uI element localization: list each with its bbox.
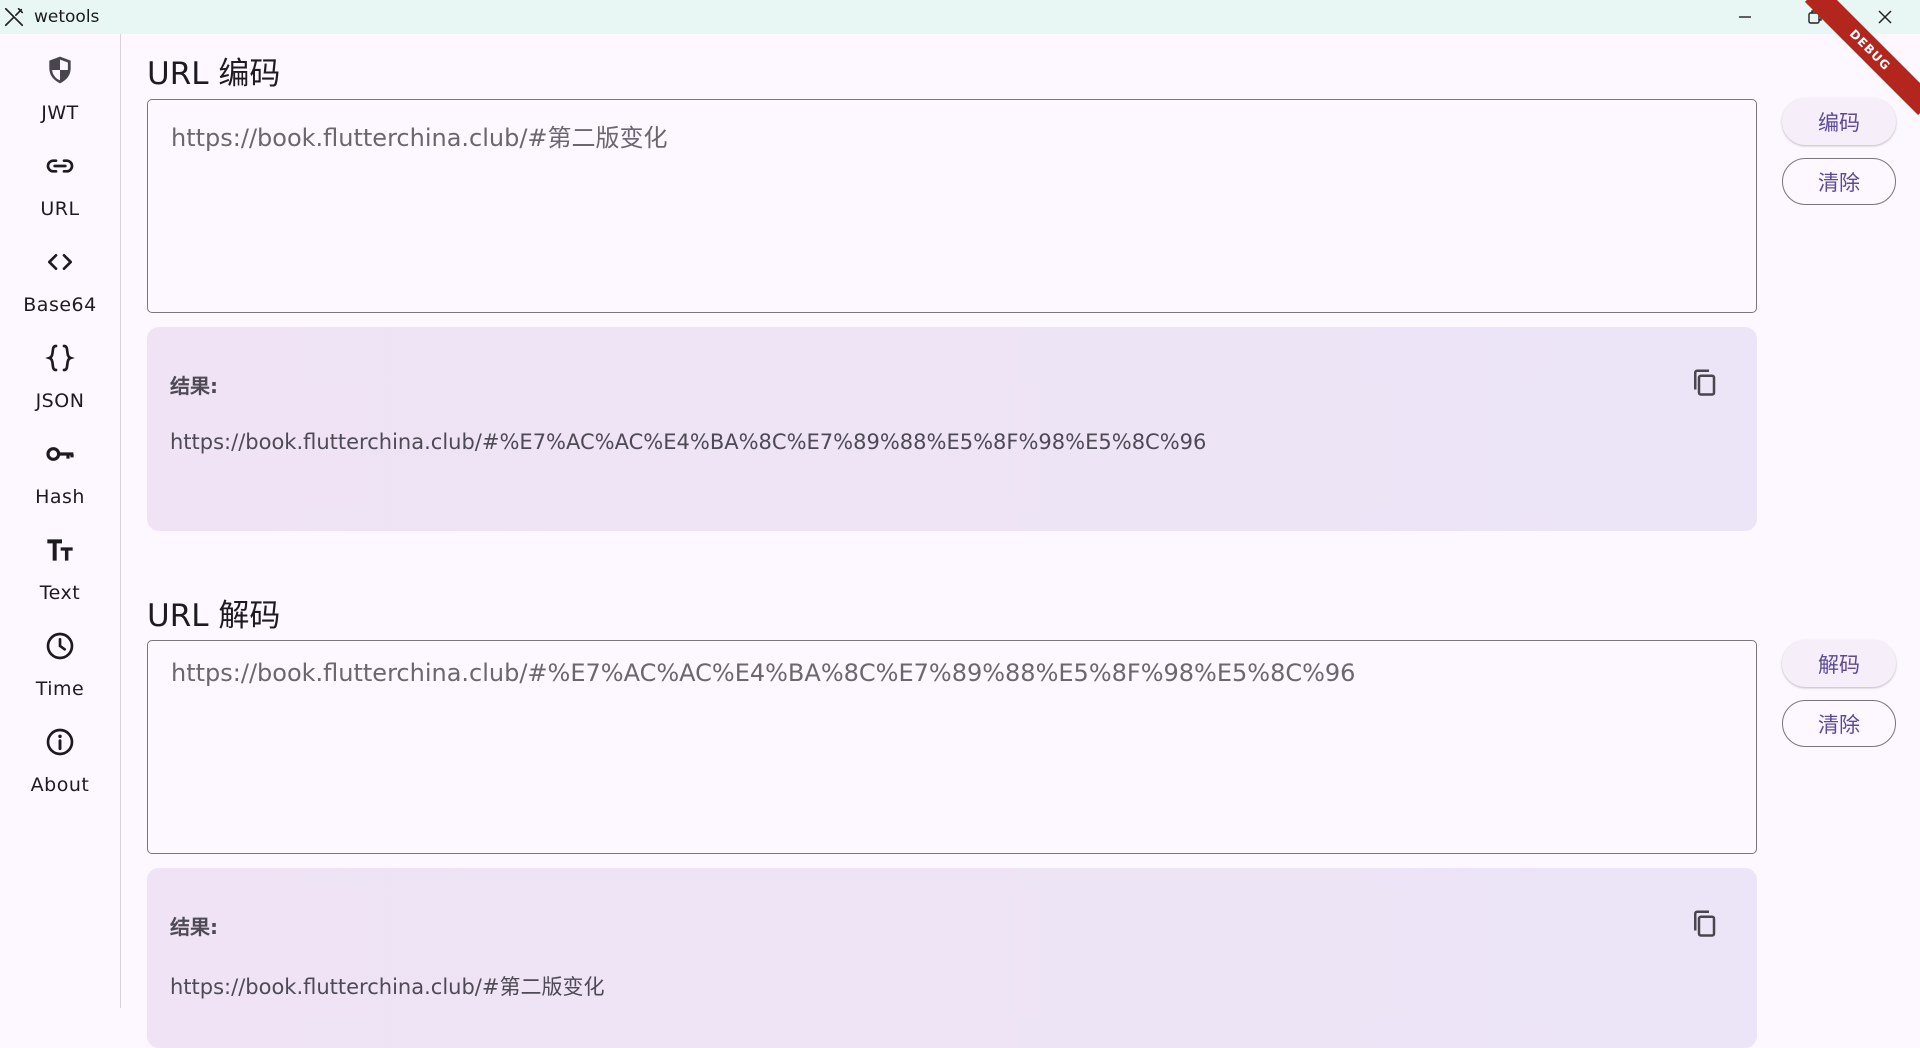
encode-result-label: 结果: <box>170 374 218 398</box>
nav-label: Hash <box>35 486 85 508</box>
nav-pill <box>18 623 102 669</box>
decode-result-card: 结果: https://book.flutterchina.club/#第二版变… <box>147 868 1757 1048</box>
nav-pill <box>18 335 102 381</box>
decode-result-label: 结果: <box>170 915 218 939</box>
nav-label: Base64 <box>23 294 97 316</box>
nav-item-text[interactable]: Text <box>0 527 120 615</box>
nav-item-about[interactable]: About <box>0 719 120 807</box>
decode-button[interactable]: 解码 <box>1782 640 1896 687</box>
text-fields-icon <box>47 539 73 561</box>
encode-result-card: 结果: https://book.flutterchina.club/#%E7%… <box>147 327 1757 531</box>
close-icon <box>1878 10 1892 24</box>
nav-label: About <box>30 774 90 796</box>
nav-item-url[interactable]: URL <box>0 143 120 231</box>
braces-icon <box>45 344 75 372</box>
decode-input-value[interactable]: https://book.flutterchina.club/#%E7%AC%A… <box>171 659 1355 687</box>
tools-icon <box>3 6 25 28</box>
encode-clear-button[interactable]: 清除 <box>1782 158 1896 205</box>
decode-input-field[interactable]: https://book.flutterchina.club/#%E7%AC%A… <box>147 640 1757 854</box>
nav-label: Text <box>39 582 81 604</box>
nav-pill <box>18 527 102 573</box>
shield-icon <box>49 56 71 84</box>
nav-item-hash[interactable]: Hash <box>0 431 120 519</box>
encode-section-title: URL 编码 <box>147 56 281 92</box>
nav-item-json[interactable]: JSON <box>0 335 120 423</box>
nav-item-jwt[interactable]: JWT <box>0 47 120 135</box>
encode-input-value[interactable]: https://book.flutterchina.club/#第二版变化 <box>171 118 668 153</box>
nav-item-base64[interactable]: Base64 <box>0 239 120 327</box>
navigation-rail: JWT URL Base64 JSON Hash Text Time About <box>0 34 121 1008</box>
decode-clear-button[interactable]: 清除 <box>1782 700 1896 747</box>
nav-pill <box>18 431 102 477</box>
copy-icon <box>1694 910 1716 937</box>
nav-label: JSON <box>35 390 85 412</box>
nav-label: JWT <box>41 102 79 124</box>
minimize-button[interactable] <box>1710 0 1780 34</box>
key-icon <box>46 447 74 461</box>
info-icon <box>46 728 74 756</box>
nav-pill <box>18 719 102 765</box>
copy-icon <box>1694 369 1716 396</box>
clock-icon <box>46 632 74 660</box>
title-bar: wetools <box>0 0 1920 34</box>
nav-pill-selected <box>18 143 102 189</box>
encode-copy-button[interactable] <box>1687 365 1721 399</box>
encode-button[interactable]: 编码 <box>1782 98 1896 145</box>
nav-pill <box>18 239 102 285</box>
encode-result-value: https://book.flutterchina.club/#%E7%AC%A… <box>170 430 1207 454</box>
decode-result-value: https://book.flutterchina.club/#第二版变化 <box>170 975 605 999</box>
decode-section-title: URL 解码 <box>147 598 281 634</box>
nav-label: URL <box>40 198 80 220</box>
decode-copy-button[interactable] <box>1687 906 1721 940</box>
minimize-icon <box>1739 16 1751 18</box>
link-icon <box>46 159 74 173</box>
code-icon <box>48 254 72 270</box>
encode-input-field[interactable]: https://book.flutterchina.club/#第二版变化 <box>147 99 1757 313</box>
nav-item-time[interactable]: Time <box>0 623 120 711</box>
window-title: wetools <box>34 7 100 27</box>
nav-label: Time <box>35 678 85 700</box>
nav-pill <box>18 47 102 93</box>
